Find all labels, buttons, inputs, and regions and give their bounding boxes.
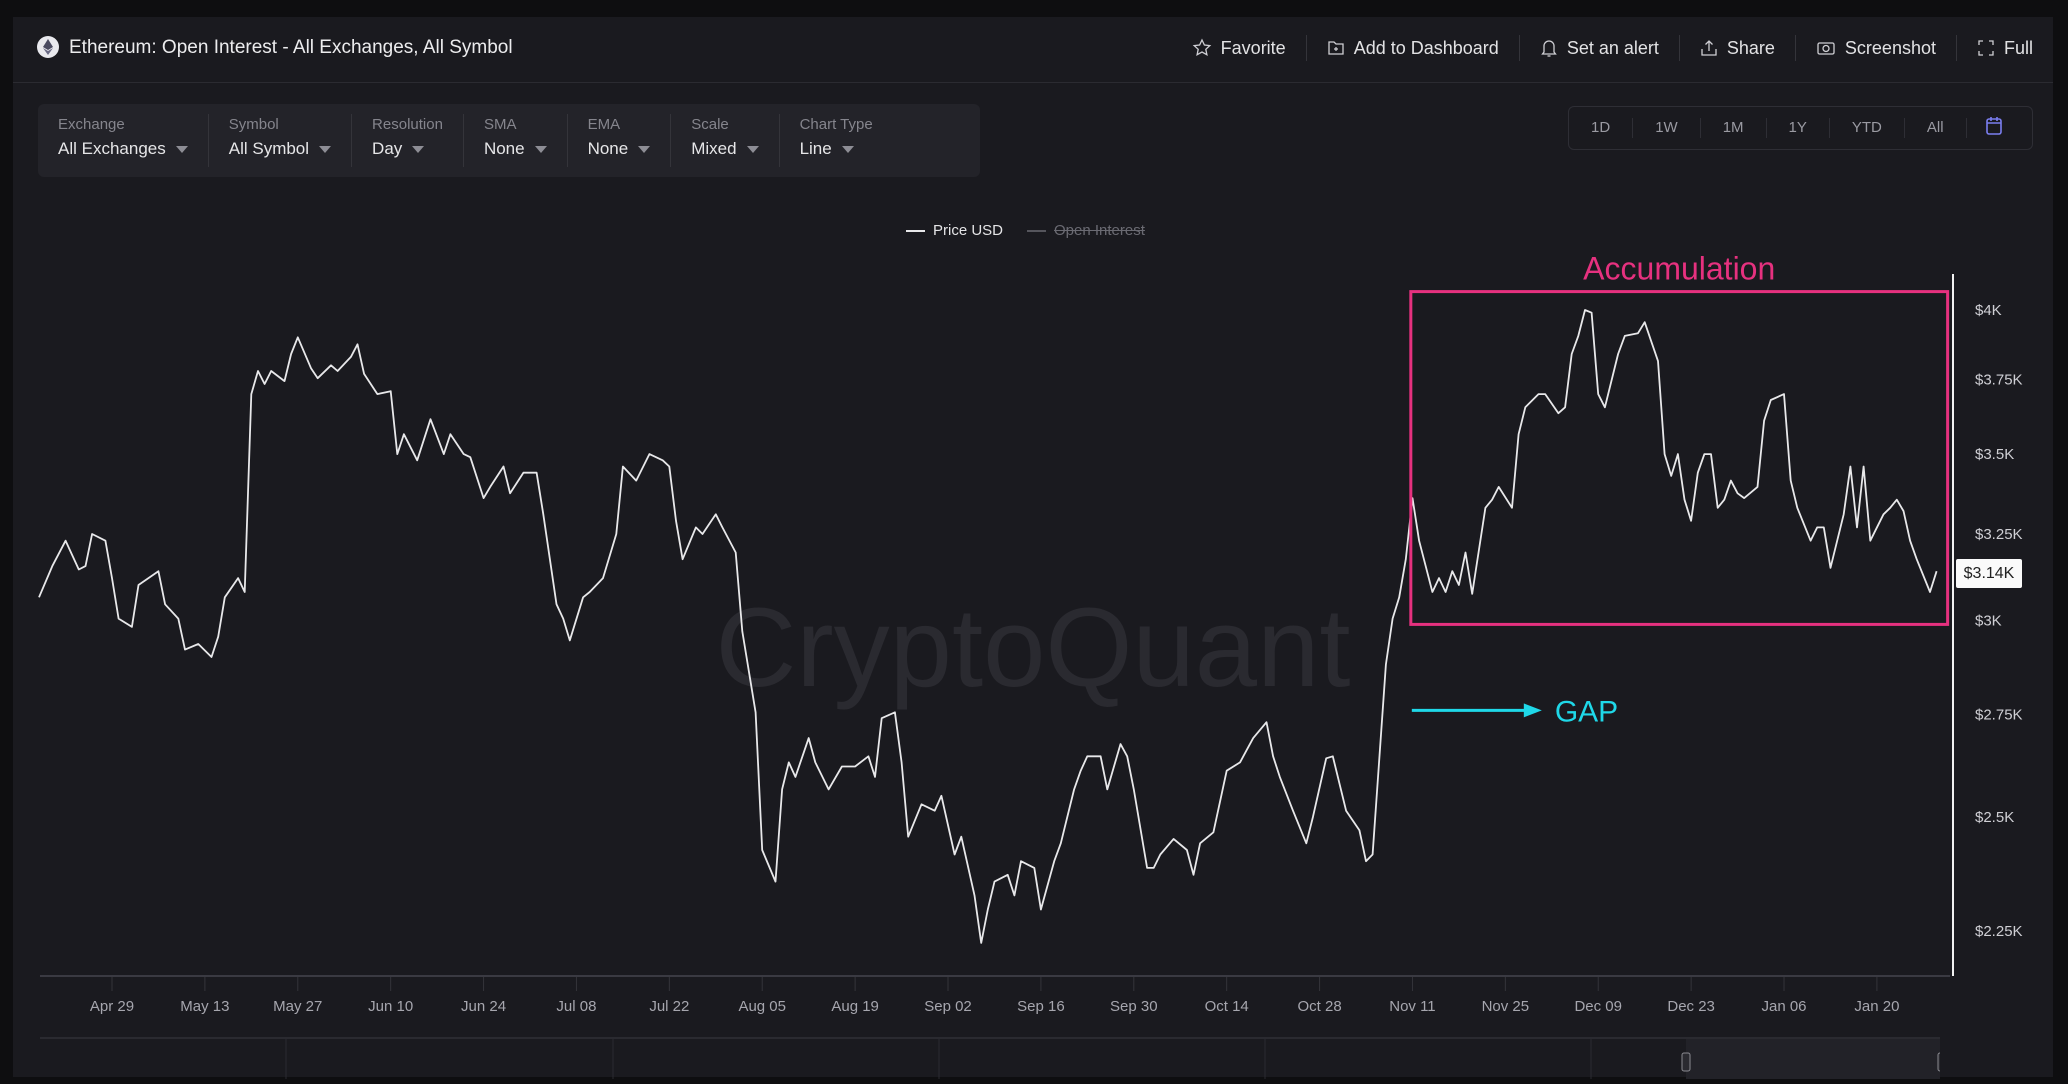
y-axis: $4K $3.75K $3.5K $3.25K $3K $2.75K $2.5K $2.25K <box>1952 274 2023 976</box>
x-tick-label: Oct 28 <box>1297 998 1341 1015</box>
x-tick-label: Oct 14 <box>1205 998 1249 1015</box>
x-tick-label: Nov 11 <box>1389 998 1435 1015</box>
x-tick-label: Aug 05 <box>738 998 786 1015</box>
y-tick-label: $3.75K <box>1975 372 2023 389</box>
x-tick-label: Sep 30 <box>1110 998 1158 1015</box>
y-tick-label: $4K <box>1975 302 2002 319</box>
x-tick-label: Jul 08 <box>556 998 596 1015</box>
x-tick-label: Dec 23 <box>1667 998 1715 1015</box>
navigator-selection[interactable] <box>1686 1039 1942 1079</box>
x-tick-label: Jan 20 <box>1854 998 1899 1015</box>
y-tick-label: $2.5K <box>1975 809 2014 826</box>
accumulation-label: Accumulation <box>1583 251 1775 287</box>
y-tick-label: $2.25K <box>1975 923 2023 940</box>
x-tick-label: Jun 24 <box>461 998 506 1015</box>
y-tick-label: $2.75K <box>1975 706 2023 723</box>
x-tick-label: Jun 10 <box>368 998 413 1015</box>
y-tick-label: $3.25K <box>1975 526 2023 543</box>
x-tick-label: May 13 <box>180 998 229 1015</box>
gap-label: GAP <box>1555 695 1618 728</box>
x-tick-label: Aug 19 <box>831 998 879 1015</box>
navigator-right-handle[interactable] <box>1937 1052 1947 1072</box>
x-tick-label: Dec 09 <box>1574 998 1622 1015</box>
x-tick-label: Sep 02 <box>924 998 972 1015</box>
y-tick-label: $3K <box>1975 612 2002 629</box>
watermark-logo: CryptoQuant <box>716 585 1351 710</box>
annotations: Accumulation GAP <box>1409 251 1950 728</box>
gap-arrow-icon <box>1523 703 1542 718</box>
range-navigator[interactable] <box>40 1037 1947 1079</box>
navigator-left-handle[interactable] <box>1681 1052 1691 1072</box>
navigator-track <box>285 1039 1947 1079</box>
x-tick-label: Sep 16 <box>1017 998 1065 1015</box>
x-tick-label: Nov 25 <box>1482 998 1530 1015</box>
x-axis: Apr 29 May 13 May 27 Jun 10 Jun 24 Jul 08 Jul … <box>40 975 1950 1015</box>
x-tick-label: Jul 22 <box>649 998 689 1015</box>
price-chart: CryptoQuant Apr 29 May 13 May 27 Jun 10 Jun … <box>38 251 2023 1015</box>
last-value-label: $3.14K <box>1956 559 2022 588</box>
x-tick-label: Apr 29 <box>90 998 134 1015</box>
x-tick-label: Jan 06 <box>1761 998 1806 1015</box>
y-tick-label: $3.5K <box>1975 446 2014 463</box>
x-tick-label: May 27 <box>273 998 322 1015</box>
